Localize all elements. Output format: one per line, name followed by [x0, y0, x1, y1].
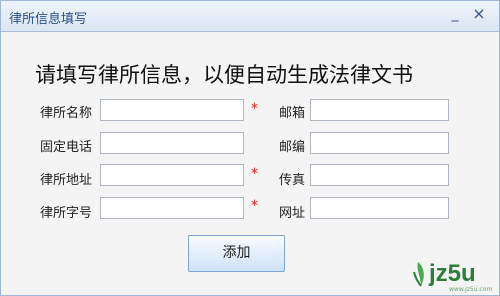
fax-label: 传真	[279, 173, 306, 188]
website-label: 网址	[279, 206, 306, 221]
address-required-mark: *	[251, 166, 258, 182]
license-number-label: 律所字号	[40, 206, 93, 221]
phone-input[interactable]	[100, 132, 244, 154]
form-heading: 请填写律所信息，以便自动生成法律文书	[35, 63, 413, 87]
mailbox-label: 邮箱	[279, 106, 306, 121]
postcode-label: 邮编	[279, 140, 306, 155]
window-title: 律所信息填写	[9, 12, 88, 27]
postcode-input[interactable]	[310, 132, 449, 154]
minimize-button[interactable]: _	[446, 5, 464, 23]
title-bar: 律所信息填写 _ ×	[1, 1, 499, 32]
license-number-required-mark: *	[251, 198, 258, 214]
site-watermark: jz5u www.jz5u.com	[411, 255, 497, 293]
leaf-icon	[413, 262, 424, 287]
close-button[interactable]: ×	[470, 5, 488, 23]
address-input[interactable]	[100, 164, 244, 186]
dialog-window: 律所信息填写 _ × 请填写律所信息，以便自动生成法律文书 律所名称 * 固定电…	[0, 0, 500, 296]
firm-name-label: 律所名称	[40, 106, 93, 121]
fax-input[interactable]	[310, 164, 449, 186]
license-number-input[interactable]	[100, 197, 244, 219]
phone-label: 固定电话	[40, 140, 93, 155]
firm-name-input[interactable]	[100, 99, 244, 121]
firm-name-required-mark: *	[251, 101, 258, 117]
watermark-text: jz5u	[429, 260, 476, 287]
mailbox-input[interactable]	[310, 99, 449, 121]
address-label: 律所地址	[40, 173, 93, 188]
website-input[interactable]	[310, 197, 449, 219]
watermark-small-text: www.jz5u.com	[449, 286, 493, 293]
add-button[interactable]: 添加	[188, 235, 285, 272]
